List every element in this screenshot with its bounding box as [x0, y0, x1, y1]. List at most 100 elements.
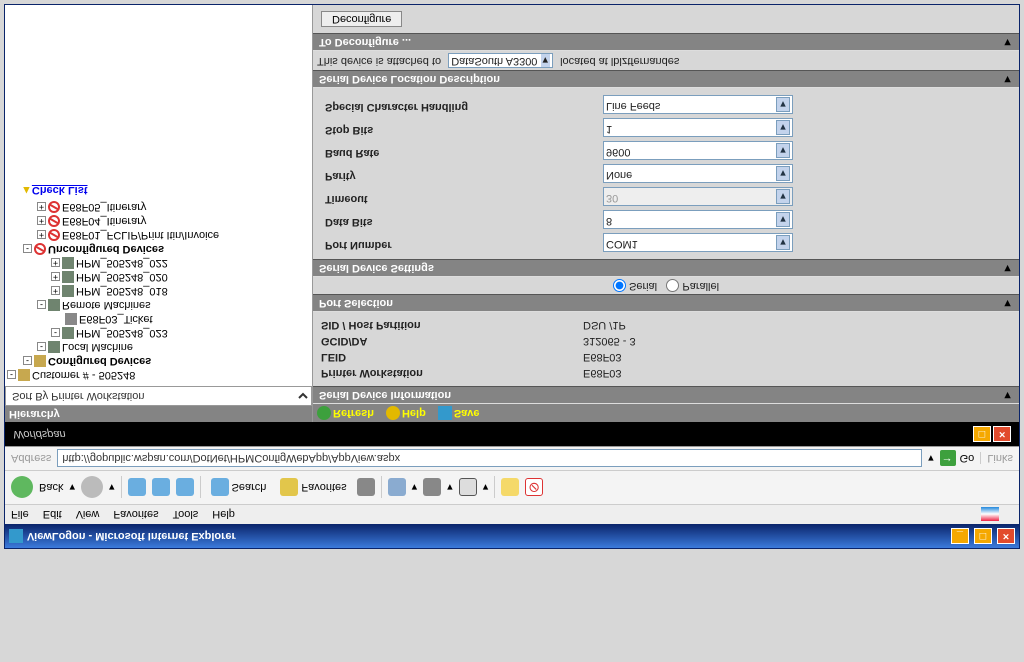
close-button[interactable]: × [997, 528, 1015, 544]
collapse-icon[interactable]: ▼ [1002, 73, 1013, 85]
section-deconfigure[interactable]: To Deconfigure ...▼ [313, 33, 1019, 51]
gcid-value: 312065 - 3 [583, 334, 1011, 348]
collapse-icon[interactable]: ▼ [1002, 389, 1013, 401]
windows-flag-icon [981, 508, 999, 522]
collapse-icon[interactable]: ▼ [1002, 297, 1013, 309]
tree-remote[interactable]: -Remote Machines [7, 298, 310, 312]
inner-close-button[interactable]: × [993, 426, 1011, 442]
links-label[interactable]: Links [980, 453, 1013, 465]
menu-file[interactable]: File [11, 509, 29, 521]
maximize-button[interactable]: □ [974, 528, 992, 544]
popup-blocker-icon[interactable] [525, 479, 543, 497]
search-icon [211, 479, 229, 497]
go-icon [940, 451, 956, 467]
section-info[interactable]: Serial Device Information▼ [313, 386, 1019, 404]
port-number-select[interactable]: COM1▾ [603, 233, 793, 252]
mail-icon[interactable] [388, 479, 406, 497]
home-icon[interactable] [176, 479, 194, 497]
refresh-icon [317, 406, 331, 420]
history-icon[interactable] [357, 479, 375, 497]
printer-icon [65, 313, 77, 325]
sidebar: Hierarchy Sort By Printer Workstation -C… [5, 5, 313, 422]
tree-configured[interactable]: -Configured Devices [7, 354, 310, 368]
go-button[interactable]: Go [940, 451, 975, 467]
save-link[interactable]: Save [438, 406, 480, 420]
menu-help[interactable]: Help [212, 509, 235, 521]
menu-tools[interactable]: Tools [173, 509, 199, 521]
tree-unconfigured[interactable]: -Unconfigured Devices [7, 242, 310, 256]
menu-bar: File Edit View Favorites Tools Help [5, 504, 1019, 524]
serial-radio[interactable]: Serial [613, 280, 657, 292]
parity-select[interactable]: None▾ [603, 164, 793, 183]
brand-bar: Worldspan □× [5, 422, 1019, 446]
tree-hpm022[interactable]: +HPM_505248_022 [7, 256, 310, 270]
leid-value: E68F03 [583, 350, 1011, 364]
printer-workstation-value: E68F03 [583, 366, 1011, 380]
tree-hpm023[interactable]: -HPM_505248_023 [7, 326, 310, 340]
stop-bits-select[interactable]: 1▾ [603, 118, 793, 137]
star-icon [280, 479, 298, 497]
info-table: Printer WorkstationE68F03 LEIDE68F03 GCI… [319, 316, 1013, 382]
ie-toolbar: Back▾ ▾ Search Favorites ▾ ▾ ▾ [5, 470, 1019, 504]
help-icon [386, 406, 400, 420]
data-bits-select[interactable]: 8▾ [603, 210, 793, 229]
address-bar: Address http://gopublic.wspan.com/DotNet… [5, 446, 1019, 470]
back-button[interactable] [11, 477, 33, 499]
brand-logo: Worldspan [13, 428, 66, 440]
section-port[interactable]: Port Selection▼ [313, 294, 1019, 312]
main-panel: Refresh Help Save Serial Device Informat… [313, 5, 1019, 422]
attached-printer-select[interactable]: DataSouth A3300 ▾ [448, 53, 553, 68]
tree-itin05[interactable]: +E68F05_Itinerary [7, 200, 310, 214]
title-bar: ViewLogon - Microsoft Internet Explorer … [5, 524, 1019, 548]
baud-rate-select[interactable]: 9600▾ [603, 141, 793, 160]
menu-favorites[interactable]: Favorites [113, 509, 158, 521]
folder-icon[interactable] [501, 479, 519, 497]
parallel-radio[interactable]: Parallel [666, 280, 719, 292]
timeout-select: 30▾ [603, 187, 793, 206]
menu-edit[interactable]: Edit [43, 509, 62, 521]
tree-fclip[interactable]: +E68F01_FCLIP/Print Itin/Invoice [7, 228, 310, 242]
sort-select[interactable]: Sort By Printer Workstation [5, 386, 312, 406]
favorites-button[interactable]: Favorites [276, 477, 350, 499]
location-line: This device is attached to DataSouth A33… [313, 51, 1019, 70]
deconfigure-button[interactable]: Deconfigure [321, 11, 402, 27]
settings-table: Port NumberCOM1▾ Data Bits8▾ Timeout30▾ … [319, 92, 1013, 255]
address-label: Address [11, 453, 51, 465]
refresh-link[interactable]: Refresh [317, 406, 374, 420]
collapse-icon[interactable]: ▼ [1002, 36, 1013, 48]
port-selection-row: Serial Parallel [313, 277, 1019, 294]
window-title: ViewLogon - Microsoft Internet Explorer [27, 530, 236, 542]
tree-hpm020[interactable]: +HPM_505248_020 [7, 270, 310, 284]
sidebar-header: Hierarchy [5, 406, 312, 422]
special-char-select[interactable]: Line Feeds▾ [603, 95, 793, 114]
save-icon [438, 406, 452, 420]
tree-hpm018[interactable]: +HPM_505248_018 [7, 284, 310, 298]
warning-icon: ▲ [21, 184, 32, 196]
hierarchy-tree: -Customer # - 505248 -Configured Devices… [5, 176, 312, 386]
help-link[interactable]: Help [386, 406, 426, 420]
tree-ticket[interactable]: E68F03_Ticket [7, 312, 310, 326]
print-icon[interactable] [423, 479, 441, 497]
main-toolbar: Refresh Help Save [313, 404, 1019, 422]
check-list-link[interactable]: Check List [32, 184, 88, 196]
address-input[interactable]: http://gopublic.wspan.com/DotNet/HPMConf… [57, 450, 922, 468]
no-icon [34, 243, 46, 255]
app-icon [9, 529, 23, 543]
back-label[interactable]: Back [39, 482, 63, 494]
collapse-icon[interactable]: ▼ [1002, 262, 1013, 274]
search-button[interactable]: Search [207, 477, 271, 499]
refresh-icon[interactable] [152, 479, 170, 497]
tree-customer[interactable]: -Customer # - 505248 [7, 368, 310, 382]
chevron-down-icon: ▾ [776, 235, 790, 250]
tree-itin04[interactable]: +E68F04_Itinerary [7, 214, 310, 228]
window-buttons: _ □ × [949, 528, 1015, 544]
section-settings[interactable]: Serial Device Settings▼ [313, 259, 1019, 277]
tree-local[interactable]: -Local Machine [7, 340, 310, 354]
menu-view[interactable]: View [76, 509, 100, 521]
edit-icon[interactable] [459, 479, 477, 497]
section-location[interactable]: Serial Device Location Description▼ [313, 70, 1019, 88]
inner-max-button[interactable]: □ [973, 426, 991, 442]
stop-icon[interactable] [128, 479, 146, 497]
forward-button[interactable] [81, 477, 103, 499]
minimize-button[interactable]: _ [951, 528, 969, 544]
